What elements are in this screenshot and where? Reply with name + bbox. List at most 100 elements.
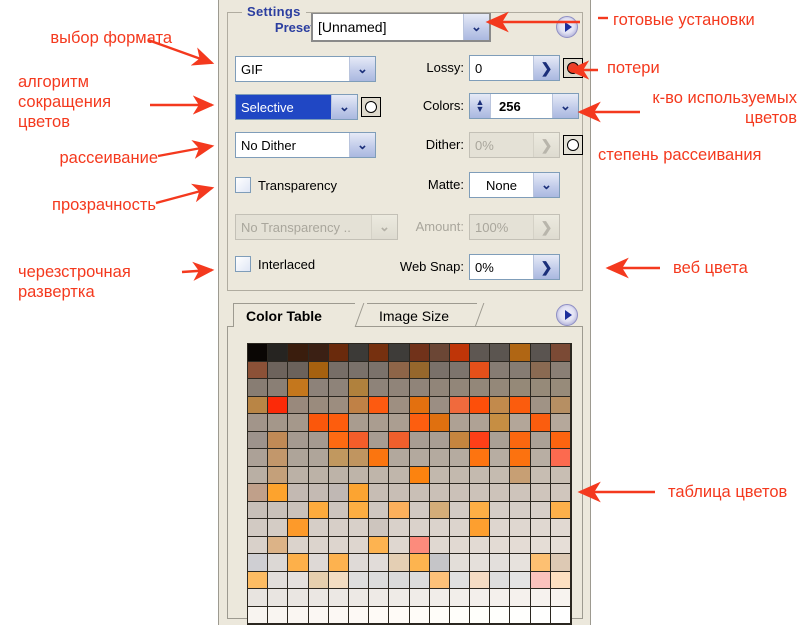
chevron-down-icon[interactable]: ⌄ (349, 57, 375, 81)
color-swatch[interactable] (348, 396, 370, 414)
color-swatch[interactable] (288, 606, 309, 624)
color-swatch[interactable] (490, 414, 511, 432)
color-swatch[interactable] (550, 396, 571, 414)
color-swatch[interactable] (490, 361, 511, 379)
lossy-field[interactable]: 0 ❯ (469, 55, 560, 81)
color-swatch[interactable] (470, 519, 491, 537)
color-swatch[interactable] (248, 361, 269, 379)
color-swatch[interactable] (288, 344, 309, 362)
color-swatch[interactable] (490, 379, 511, 397)
color-swatch[interactable] (389, 379, 410, 397)
color-swatch[interactable] (248, 554, 269, 572)
color-swatch[interactable] (409, 571, 430, 589)
chevron-down-icon[interactable]: ⌄ (331, 95, 357, 119)
color-swatch[interactable] (328, 431, 349, 449)
color-swatch[interactable] (369, 501, 390, 519)
color-swatch[interactable] (550, 344, 571, 362)
color-swatch[interactable] (449, 554, 471, 572)
color-swatch[interactable] (328, 501, 349, 519)
color-swatch[interactable] (348, 361, 370, 379)
color-swatch[interactable] (328, 519, 349, 537)
color-swatch[interactable] (389, 431, 410, 449)
color-swatch[interactable] (449, 449, 471, 467)
color-swatch[interactable] (328, 571, 349, 589)
color-swatch[interactable] (429, 606, 450, 624)
color-swatch[interactable] (268, 501, 289, 519)
color-swatch[interactable] (369, 606, 390, 624)
color-swatch[interactable] (550, 449, 571, 467)
color-swatch[interactable] (369, 554, 390, 572)
color-swatch[interactable] (348, 501, 370, 519)
color-swatch[interactable] (429, 449, 450, 467)
color-swatch[interactable] (550, 361, 571, 379)
color-swatch[interactable] (550, 554, 571, 572)
colors-stepper[interactable]: ▲ ▼ (470, 94, 491, 118)
color-swatch[interactable] (308, 449, 329, 467)
color-swatch[interactable] (389, 344, 410, 362)
color-swatch[interactable] (470, 536, 491, 554)
color-swatch[interactable] (550, 484, 571, 502)
color-swatch[interactable] (490, 484, 511, 502)
color-swatch[interactable] (328, 361, 349, 379)
color-swatch[interactable] (550, 536, 571, 554)
color-swatch[interactable] (389, 466, 410, 484)
color-swatch[interactable] (268, 431, 289, 449)
color-swatch[interactable] (449, 501, 471, 519)
color-swatch[interactable] (328, 396, 349, 414)
color-swatch[interactable] (308, 344, 329, 362)
color-swatch[interactable] (449, 571, 471, 589)
color-swatch[interactable] (409, 501, 430, 519)
color-swatch[interactable] (248, 501, 269, 519)
color-swatch[interactable] (449, 606, 471, 624)
color-swatch[interactable] (268, 466, 289, 484)
color-swatch[interactable] (510, 571, 531, 589)
color-swatch[interactable] (449, 519, 471, 537)
color-swatch[interactable] (530, 414, 551, 432)
color-swatch[interactable] (470, 606, 491, 624)
chevron-right-icon[interactable]: ❯ (533, 255, 559, 279)
color-swatch[interactable] (470, 431, 491, 449)
color-swatch[interactable] (288, 396, 309, 414)
color-swatch[interactable] (510, 396, 531, 414)
color-swatch[interactable] (348, 414, 370, 432)
color-swatch[interactable] (248, 396, 269, 414)
color-swatch[interactable] (369, 484, 390, 502)
color-swatch[interactable] (288, 536, 309, 554)
color-swatch[interactable] (348, 449, 370, 467)
color-swatch[interactable] (530, 361, 551, 379)
color-swatch[interactable] (510, 501, 531, 519)
color-swatch-grid[interactable] (247, 343, 572, 625)
color-swatch[interactable] (288, 554, 309, 572)
color-swatch[interactable] (530, 484, 551, 502)
color-swatch[interactable] (470, 501, 491, 519)
color-swatch[interactable] (490, 431, 511, 449)
file-format-combobox[interactable]: GIF ⌄ (235, 56, 376, 82)
color-swatch[interactable] (470, 344, 491, 362)
color-swatch[interactable] (308, 501, 329, 519)
color-swatch[interactable] (470, 466, 491, 484)
color-swatch[interactable] (449, 536, 471, 554)
color-swatch[interactable] (550, 466, 571, 484)
color-swatch[interactable] (369, 466, 390, 484)
color-swatch[interactable] (490, 606, 511, 624)
color-swatch[interactable] (449, 414, 471, 432)
color-swatch[interactable] (248, 379, 269, 397)
colors-field[interactable]: ▲ ▼ 256 ⌄ (469, 93, 579, 119)
color-swatch[interactable] (308, 589, 329, 607)
color-swatch[interactable] (308, 519, 329, 537)
color-swatch[interactable] (490, 589, 511, 607)
color-swatch[interactable] (530, 431, 551, 449)
color-swatch[interactable] (550, 501, 571, 519)
color-swatch[interactable] (389, 571, 410, 589)
color-swatch[interactable] (530, 449, 551, 467)
color-swatch[interactable] (328, 606, 349, 624)
color-swatch[interactable] (369, 536, 390, 554)
color-swatch[interactable] (389, 606, 410, 624)
color-swatch[interactable] (510, 379, 531, 397)
color-swatch[interactable] (268, 396, 289, 414)
color-swatch[interactable] (429, 414, 450, 432)
color-swatch[interactable] (348, 379, 370, 397)
color-swatch[interactable] (429, 396, 450, 414)
color-swatch[interactable] (308, 379, 329, 397)
color-swatch[interactable] (268, 449, 289, 467)
